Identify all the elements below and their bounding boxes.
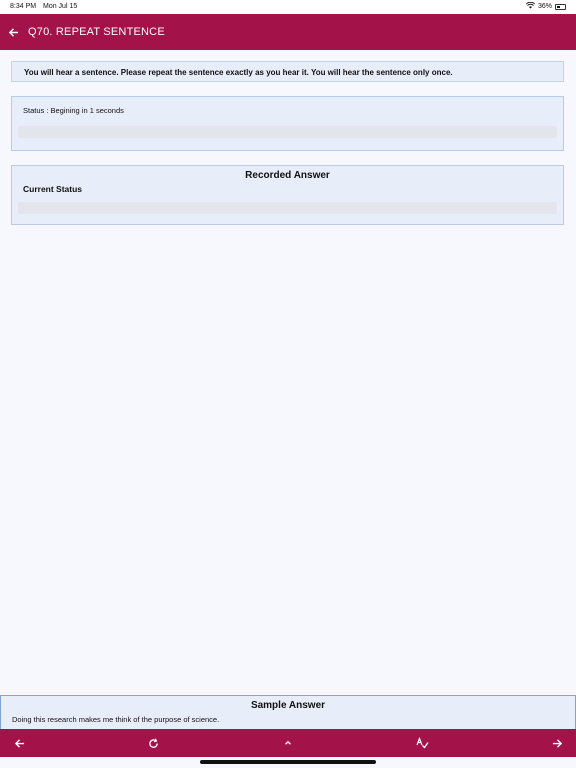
bottom-nav <box>0 729 576 757</box>
sample-answer-panel: Sample Answer Doing this research makes … <box>0 695 576 729</box>
chevron-up-icon <box>285 740 291 745</box>
instruction-box: You will hear a sentence. Please repeat … <box>11 61 564 82</box>
arrow-left-icon <box>14 738 24 748</box>
status-right: 36% <box>525 1 566 11</box>
sample-answer-text: Doing this research makes me think of th… <box>12 715 220 724</box>
previous-button[interactable] <box>12 736 26 750</box>
back-button[interactable] <box>0 14 26 50</box>
arrow-right-icon <box>552 738 562 748</box>
arrow-left-icon <box>8 27 18 37</box>
status-panel: Status : Begining in 1 seconds <box>11 96 564 151</box>
sample-answer-title: Sample Answer <box>250 700 326 711</box>
expand-up-button[interactable] <box>281 736 295 750</box>
refresh-button[interactable] <box>147 736 161 750</box>
recorded-answer-panel: Recorded Answer Current Status <box>11 165 564 225</box>
page-title: Q70. REPEAT SENTENCE <box>28 26 165 38</box>
status-text: Status : Begining in 1 seconds <box>23 106 124 115</box>
home-indicator[interactable] <box>200 760 376 764</box>
battery-percent: 36% <box>537 3 552 10</box>
status-time: 8:34 PM <box>10 3 37 10</box>
system-status-bar: 8:34 PM Mon Jul 15 36% <box>0 0 576 14</box>
battery-icon <box>555 3 566 10</box>
wifi-icon <box>525 1 536 11</box>
spellcheck-button[interactable] <box>416 736 430 750</box>
next-button[interactable] <box>550 736 564 750</box>
refresh-icon <box>149 737 158 748</box>
spellcheck-icon <box>416 737 429 749</box>
current-status-label: Current Status <box>23 184 83 194</box>
status-date: Mon Jul 15 <box>43 3 78 10</box>
status-progress-bar <box>18 126 557 138</box>
recording-progress-bar <box>18 202 557 214</box>
recorded-answer-title: Recorded Answer <box>245 170 330 181</box>
app-bar: Q70. REPEAT SENTENCE <box>0 14 576 50</box>
instruction-text: You will hear a sentence. Please repeat … <box>24 68 453 77</box>
